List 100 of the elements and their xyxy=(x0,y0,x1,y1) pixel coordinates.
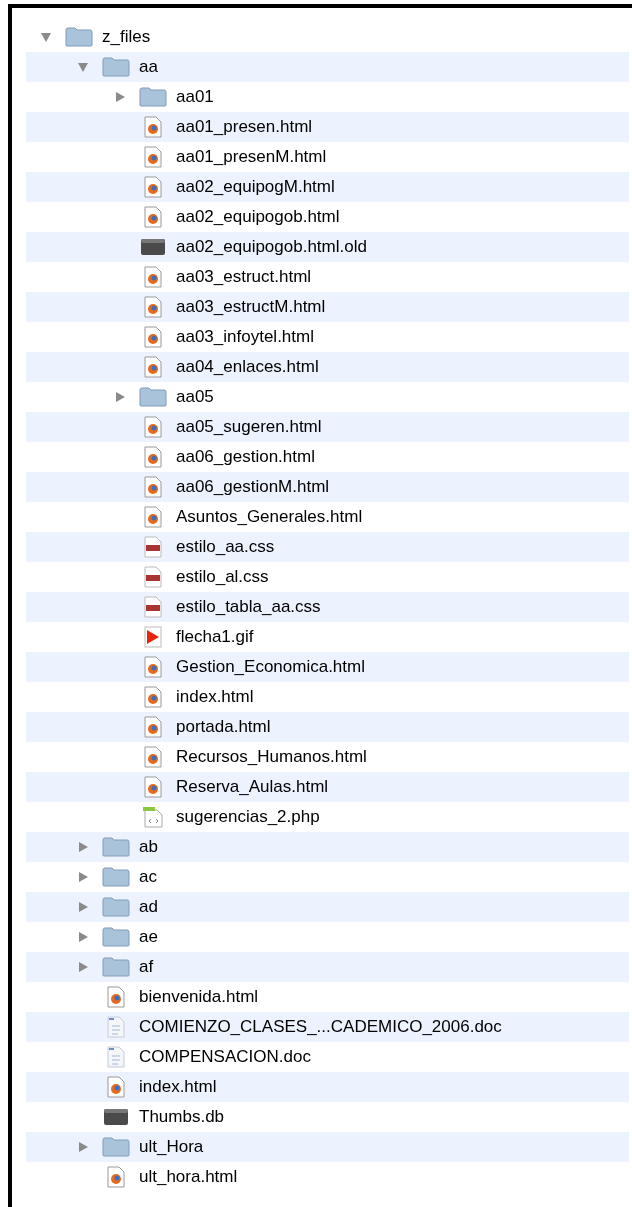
file-name: ac xyxy=(139,866,157,889)
web-page-icon xyxy=(144,266,162,288)
file-row[interactable]: ad xyxy=(26,892,629,922)
file-row[interactable]: aa01_presen.html xyxy=(26,112,629,142)
file-name: aa01_presenM.html xyxy=(176,146,327,169)
folder-icon xyxy=(139,387,167,407)
folder-icon xyxy=(102,897,130,917)
file-row[interactable]: index.html xyxy=(26,1072,629,1102)
web-page-icon xyxy=(144,326,162,348)
collapsed-triangle-icon[interactable] xyxy=(114,391,126,403)
collapsed-triangle-icon[interactable] xyxy=(77,961,89,973)
file-name: aa05_sugeren.html xyxy=(176,416,322,439)
web-page-icon xyxy=(144,116,162,138)
file-name: ae xyxy=(139,926,158,949)
file-row[interactable]: COMIENZO_CLASES_...CADEMICO_2006.doc xyxy=(26,1012,629,1042)
file-row[interactable]: estilo_aa.css xyxy=(26,532,629,562)
file-name: estilo_tabla_aa.css xyxy=(176,596,321,619)
file-name: aa03_estructM.html xyxy=(176,296,326,319)
web-page-icon xyxy=(107,1076,125,1098)
folder-icon xyxy=(102,957,130,977)
file-name: estilo_aa.css xyxy=(176,536,275,559)
file-name: af xyxy=(139,956,154,979)
file-name: aa03_estruct.html xyxy=(176,266,312,289)
file-name: Reserva_Aulas.html xyxy=(176,776,329,799)
stylesheet-icon xyxy=(144,566,162,588)
web-page-icon xyxy=(144,176,162,198)
web-page-icon xyxy=(144,206,162,228)
web-page-icon xyxy=(144,716,162,738)
file-name: z_files xyxy=(102,26,151,49)
web-page-icon xyxy=(144,506,162,528)
file-name: Gestion_Economica.html xyxy=(176,656,365,679)
file-row[interactable]: portada.html xyxy=(26,712,629,742)
file-row[interactable]: ab xyxy=(26,832,629,862)
file-row[interactable]: Gestion_Economica.html xyxy=(26,652,629,682)
folder-icon xyxy=(102,57,130,77)
file-name: ult_hora.html xyxy=(139,1166,238,1189)
web-page-icon xyxy=(107,1166,125,1188)
file-name: COMIENZO_CLASES_...CADEMICO_2006.doc xyxy=(139,1016,502,1039)
file-name: aa06_gestion.html xyxy=(176,446,315,469)
expanded-triangle-icon[interactable] xyxy=(77,61,89,73)
file-row[interactable]: aa04_enlaces.html xyxy=(26,352,629,382)
folder-icon xyxy=(102,1137,130,1157)
file-name: Asuntos_Generales.html xyxy=(176,506,363,529)
collapsed-triangle-icon[interactable] xyxy=(77,931,89,943)
web-page-icon xyxy=(144,686,162,708)
file-name: portada.html xyxy=(176,716,271,739)
collapsed-triangle-icon[interactable] xyxy=(77,1141,89,1153)
web-page-icon xyxy=(144,476,162,498)
file-name: ab xyxy=(139,836,158,859)
file-row[interactable]: aa05_sugeren.html xyxy=(26,412,629,442)
web-page-icon xyxy=(144,776,162,798)
file-name: Thumbs.db xyxy=(139,1106,225,1129)
file-name: aa05 xyxy=(176,386,214,409)
file-row[interactable]: ult_Hora xyxy=(26,1132,629,1162)
file-name: aa02_equipogob.html xyxy=(176,206,340,229)
file-name: aa02_equipogM.html xyxy=(176,176,335,199)
script-file-icon xyxy=(142,806,164,828)
stylesheet-icon xyxy=(144,536,162,558)
file-row[interactable]: estilo_tabla_aa.css xyxy=(26,592,629,622)
file-row[interactable]: Reserva_Aulas.html xyxy=(26,772,629,802)
file-row[interactable]: aa02_equipogM.html xyxy=(26,172,629,202)
expanded-triangle-icon[interactable] xyxy=(40,31,52,43)
file-name: ult_Hora xyxy=(139,1136,204,1159)
file-name: ad xyxy=(139,896,158,919)
file-icon xyxy=(140,238,166,256)
file-row[interactable]: aa02_equipogob.html.old xyxy=(26,232,629,262)
file-name: aa xyxy=(139,56,158,79)
web-page-icon xyxy=(144,416,162,438)
file-name: aa02_equipogob.html.old xyxy=(176,236,367,259)
file-icon xyxy=(103,1108,129,1126)
collapsed-triangle-icon[interactable] xyxy=(77,871,89,883)
file-name: aa03_infoytel.html xyxy=(176,326,314,349)
file-name: index.html xyxy=(139,1076,217,1099)
document-icon xyxy=(107,1016,125,1038)
web-page-icon xyxy=(144,146,162,168)
folder-icon xyxy=(102,867,130,887)
folder-icon xyxy=(65,27,93,47)
file-row[interactable]: aa03_estructM.html xyxy=(26,292,629,322)
file-name: bienvenida.html xyxy=(139,986,259,1009)
web-page-icon xyxy=(144,356,162,378)
collapsed-triangle-icon[interactable] xyxy=(77,841,89,853)
file-name: index.html xyxy=(176,686,254,709)
web-page-icon xyxy=(144,656,162,678)
file-name: COMPENSACION.doc xyxy=(139,1046,311,1069)
collapsed-triangle-icon[interactable] xyxy=(77,901,89,913)
folder-icon xyxy=(102,837,130,857)
folder-icon xyxy=(139,87,167,107)
folder-icon xyxy=(102,927,130,947)
web-page-icon xyxy=(144,296,162,318)
web-page-icon xyxy=(144,746,162,768)
stylesheet-icon xyxy=(144,596,162,618)
collapsed-triangle-icon[interactable] xyxy=(114,91,126,103)
file-row[interactable]: aa xyxy=(26,52,629,82)
file-name: aa06_gestionM.html xyxy=(176,476,330,499)
file-row[interactable]: af xyxy=(26,952,629,982)
document-icon xyxy=(107,1046,125,1068)
file-name: aa04_enlaces.html xyxy=(176,356,319,379)
web-page-icon xyxy=(107,986,125,1008)
file-name: Recursos_Humanos.html xyxy=(176,746,367,769)
file-row[interactable]: aa06_gestionM.html xyxy=(26,472,629,502)
